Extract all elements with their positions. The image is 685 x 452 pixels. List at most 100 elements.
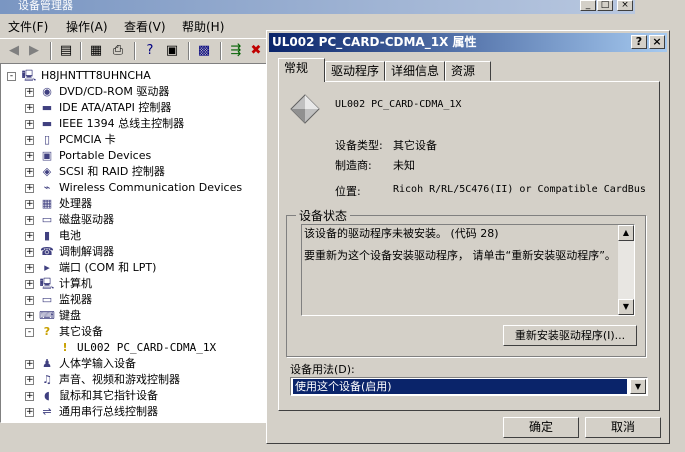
expand-icon[interactable]: + <box>25 312 34 321</box>
expand-icon[interactable]: + <box>25 136 34 145</box>
ok-button[interactable]: 确定 <box>503 417 579 438</box>
expand-icon[interactable]: + <box>25 376 34 385</box>
tree-node[interactable]: + ▭ 磁盘驱动器 <box>1 212 267 228</box>
scroll-track[interactable] <box>618 241 634 299</box>
tree-node[interactable]: + ▣ Portable Devices <box>1 148 267 164</box>
tree-node-label: 通用串行总线控制器 <box>59 405 158 418</box>
tree-node[interactable]: + ▭ 监视器 <box>1 292 267 308</box>
back-arrow-icon[interactable]: ◀ <box>6 43 22 59</box>
tree-node-label: 键盘 <box>59 309 81 322</box>
console-tree-icon[interactable]: ▤ <box>58 43 74 59</box>
tree-node[interactable]: + ♫ 声音、视频和游戏控制器 <box>1 372 267 388</box>
expand-icon[interactable]: + <box>25 184 34 193</box>
close-button[interactable]: × <box>617 0 633 11</box>
scan-hardware-icon[interactable]: ▩ <box>196 43 212 59</box>
collapse-icon[interactable]: - <box>7 72 16 81</box>
device-tree[interactable]: - 🖳 H8JHNTTT8UHNCHA + ◉ DVD/CD-ROM 驱动器 + ▬ IDE A… <box>0 63 268 423</box>
menu-help[interactable]: 帮助(H) <box>182 18 224 35</box>
properties-icon[interactable]: ▦ <box>88 43 104 59</box>
minimize-button[interactable]: _ <box>580 0 596 11</box>
tree-node[interactable]: + ▯ PCMCIA 卡 <box>1 132 267 148</box>
expand-icon[interactable]: + <box>25 120 34 129</box>
expand-icon[interactable]: + <box>25 360 34 369</box>
tree-node-label: 计算机 <box>59 277 92 290</box>
tree-node-label: PCMCIA 卡 <box>59 133 116 146</box>
tree-node-label: 人体学输入设备 <box>59 357 136 370</box>
tree-node[interactable]: + ▬ IEEE 1394 总线主控制器 <box>1 116 267 132</box>
tree-node-label: UL002 PC_CARD-CDMA_1X <box>77 341 217 354</box>
manufacturer-value: 未知 <box>393 159 415 172</box>
tree-node[interactable]: + ▬ IDE ATA/ATAPI 控制器 <box>1 100 267 116</box>
menu-view[interactable]: 查看(V) <box>124 18 166 35</box>
tab-driver[interactable]: 驱动程序 <box>325 61 385 81</box>
device-manager-titlebar[interactable]: 设备管理器 <box>0 0 635 14</box>
dialog-titlebar[interactable]: UL002 PC_CARD-CDMA_1X 属性 <box>269 33 667 52</box>
tree-node[interactable]: - 🖳 H8JHNTTT8UHNCHA <box>1 68 267 84</box>
tree-node[interactable]: + ♟ 人体学输入设备 <box>1 356 267 372</box>
tree-node[interactable]: + ▸ 端口 (COM 和 LPT) <box>1 260 267 276</box>
tree-node[interactable]: + 🖳 计算机 <box>1 276 267 292</box>
tree-node[interactable]: + ◖ 鼠标和其它指针设备 <box>1 388 267 404</box>
menu-file[interactable]: 文件(F) <box>8 18 48 35</box>
expand-icon[interactable]: + <box>25 232 34 241</box>
tree-node-label: SCSI 和 RAID 控制器 <box>59 165 165 178</box>
dialog-title: UL002 PC_CARD-CDMA_1X 属性 <box>272 35 477 49</box>
tree-node[interactable]: -? 其它设备 <box>1 324 267 340</box>
port-icon: ▸ <box>44 261 50 274</box>
scroll-down-icon[interactable]: ▼ <box>618 299 634 315</box>
toolbar-separator <box>134 42 136 60</box>
expand-icon[interactable]: + <box>25 280 34 289</box>
forward-arrow-icon[interactable]: ▶ <box>26 43 42 59</box>
expand-icon[interactable]: + <box>25 296 34 305</box>
expand-icon[interactable]: + <box>25 88 34 97</box>
tree-node[interactable]: + ⌨ 键盘 <box>1 308 267 324</box>
expand-icon[interactable]: + <box>25 248 34 257</box>
tree-node-label: 磁盘驱动器 <box>59 213 114 226</box>
dialog-close-button[interactable]: × <box>649 35 665 49</box>
tree-node[interactable]: + ▮ 电池 <box>1 228 267 244</box>
tab-details[interactable]: 详细信息 <box>385 61 445 81</box>
tree-node[interactable]: + ⌁ Wireless Communication Devices <box>1 180 267 196</box>
disk-icon: ▭ <box>41 213 53 226</box>
tree-node[interactable]: ! UL002 PC_CARD-CDMA_1X <box>1 340 267 356</box>
help-icon[interactable]: ? <box>142 43 158 59</box>
chevron-down-icon[interactable]: ▼ <box>630 379 646 394</box>
expand-icon[interactable]: + <box>25 152 34 161</box>
expand-icon[interactable]: + <box>25 392 34 401</box>
tree-node[interactable]: + ◉ DVD/CD-ROM 驱动器 <box>1 84 267 100</box>
show-hide-icon[interactable]: ▣ <box>164 43 180 59</box>
tree-node[interactable]: + ⇌ 通用串行总线控制器 <box>1 404 267 420</box>
print-icon[interactable]: ⎙ <box>110 43 126 59</box>
toolbar-separator <box>80 42 82 60</box>
tree-node[interactable]: + ◈ SCSI 和 RAID 控制器 <box>1 164 267 180</box>
computer-icon: 🖳 <box>21 69 37 82</box>
device-status-text[interactable]: 该设备的驱动程序未被安装。 (代码 28) 要重新为这个设备安装驱动程序， 请单… <box>301 224 635 316</box>
collapse-icon[interactable]: - <box>25 328 34 337</box>
reinstall-driver-button[interactable]: 重新安装驱动程序(I)... <box>503 325 637 346</box>
help-button[interactable]: ? <box>631 35 647 49</box>
expand-icon[interactable]: + <box>25 168 34 177</box>
firewire-icon: ▬ <box>41 117 53 130</box>
expand-icon[interactable]: + <box>25 200 34 209</box>
tree-node-label: 其它设备 <box>59 325 103 338</box>
scroll-up-icon[interactable]: ▲ <box>618 225 634 241</box>
expand-icon[interactable]: + <box>25 264 34 273</box>
tree-node[interactable]: + ▦ 处理器 <box>1 196 267 212</box>
expand-icon[interactable]: + <box>25 104 34 113</box>
tab-resources[interactable]: 资源 <box>445 61 491 81</box>
toolbar-separator <box>50 42 52 60</box>
status-scrollbar[interactable]: ▲ ▼ <box>618 225 634 315</box>
expand-icon[interactable]: + <box>25 216 34 225</box>
cancel-button[interactable]: 取消 <box>585 417 661 438</box>
device-usage-select[interactable]: 使用这个设备(启用) ▼ <box>290 377 648 396</box>
expand-icon[interactable]: + <box>25 408 34 417</box>
battery-icon: ▮ <box>43 229 51 242</box>
menu-action[interactable]: 操作(A) <box>66 18 108 35</box>
tree-node-label: 声音、视频和游戏控制器 <box>59 373 180 386</box>
update-driver-icon[interactable]: ⇶ <box>228 43 244 59</box>
uninstall-icon[interactable]: ✖ <box>248 43 264 59</box>
tree-node[interactable]: + ☎ 调制解调器 <box>1 244 267 260</box>
window-title: 设备管理器 <box>18 0 73 12</box>
tab-general[interactable]: 常规 <box>278 58 325 82</box>
maximize-button[interactable]: □ <box>597 0 613 11</box>
